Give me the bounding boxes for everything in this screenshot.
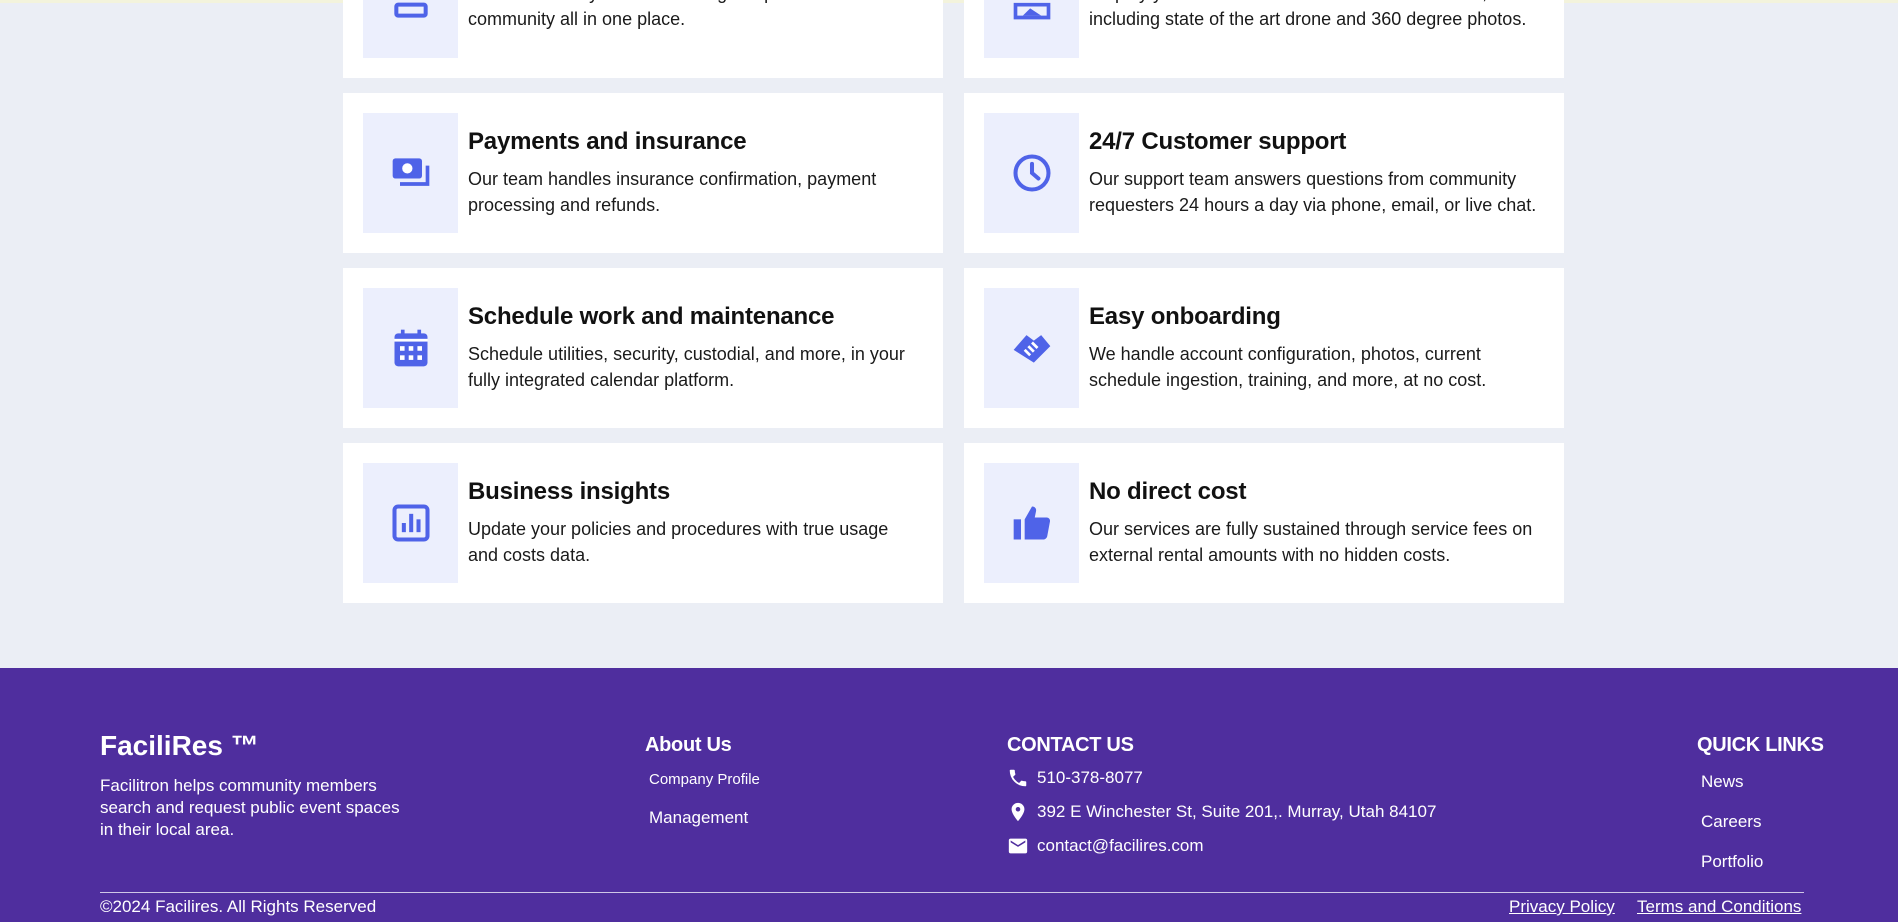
feature-title: Business insights (468, 478, 670, 505)
feature-card-scheduling: Schedule facility use and manage request… (343, 0, 943, 78)
email-icon (1008, 838, 1028, 854)
calendar-icon (363, 0, 458, 58)
contact-heading: CONTACT US (1007, 734, 1134, 756)
feature-card-insights: Business insights Update your policies a… (343, 443, 943, 603)
email-address: contact@facilires.com (1037, 836, 1204, 855)
privacy-policy-link[interactable]: Privacy Policy (1509, 897, 1615, 917)
calendar-grid-icon (363, 288, 458, 408)
clock-icon (984, 113, 1079, 233)
feature-title: Easy onboarding (1089, 303, 1281, 330)
money-icon (363, 113, 458, 233)
feature-card-onboarding: Easy onboarding We handle account config… (964, 268, 1564, 428)
footer-tagline: Facilitron helps community members searc… (100, 776, 400, 839)
feature-description: Schedule utilities, security, custodial,… (468, 344, 905, 390)
phone-icon (1009, 769, 1027, 787)
feature-description: Update your policies and procedures with… (468, 519, 889, 565)
quick-links-heading: QUICK LINKS (1697, 734, 1824, 756)
location-pin-icon (1011, 802, 1025, 822)
feature-card-maintenance: Schedule work and maintenance Schedule u… (343, 268, 943, 428)
portfolio-link[interactable]: Portfolio (1701, 852, 1763, 872)
feature-title: 24/7 Customer support (1089, 128, 1347, 155)
phone-number: 510-378-8077 (1037, 768, 1143, 787)
news-link[interactable]: News (1701, 772, 1744, 792)
feature-title: Schedule work and maintenance (468, 303, 835, 330)
feature-card-cost: No direct cost Our services are fully su… (964, 443, 1564, 603)
contact-email[interactable]: contact@facilires.com (1007, 835, 1204, 857)
feature-card-support: 24/7 Customer support Our support team a… (964, 93, 1564, 253)
footer-divider (100, 892, 1804, 893)
footer-brand[interactable]: FaciliRes ™ (100, 730, 259, 762)
contact-phone[interactable]: 510-378-8077 (1007, 767, 1143, 789)
feature-description: Our services are fully sustained through… (1089, 519, 1533, 565)
feature-description: Display your facilities with custom rent… (1089, 0, 1527, 29)
contact-address: 392 E Winchester St, Suite 201,. Murray,… (1007, 801, 1436, 823)
feature-card-websites: Display your facilities with custom rent… (964, 0, 1564, 78)
feature-card-payments: Payments and insurance Our team handles … (343, 93, 943, 253)
careers-link[interactable]: Careers (1701, 812, 1761, 832)
features-grid: Schedule facility use and manage request… (343, 0, 1564, 603)
management-link[interactable]: Management (649, 808, 748, 828)
copyright-text: ©2024 Facilires. All Rights Reserved (100, 897, 377, 916)
thumbs-up-icon (984, 463, 1079, 583)
address-text: 392 E Winchester St, Suite 201,. Murray,… (1037, 802, 1437, 821)
company-profile-link[interactable]: Company Profile (649, 771, 760, 788)
feature-description: Our support team answers questions from … (1089, 169, 1537, 215)
feature-description: Our team handles insurance confirmation,… (468, 169, 877, 215)
handshake-icon (984, 288, 1079, 408)
site-footer: FaciliRes ™ Facilitron helps community m… (0, 668, 1898, 922)
feature-title: Payments and insurance (468, 128, 747, 155)
feature-title: No direct cost (1089, 478, 1247, 505)
image-icon (984, 0, 1079, 58)
about-heading: About Us (645, 734, 732, 756)
terms-link[interactable]: Terms and Conditions (1637, 897, 1801, 917)
bar-chart-icon (363, 463, 458, 583)
feature-description: We handle account configuration, photos,… (1089, 344, 1487, 390)
feature-description: Schedule facility use and manage request… (468, 0, 882, 29)
